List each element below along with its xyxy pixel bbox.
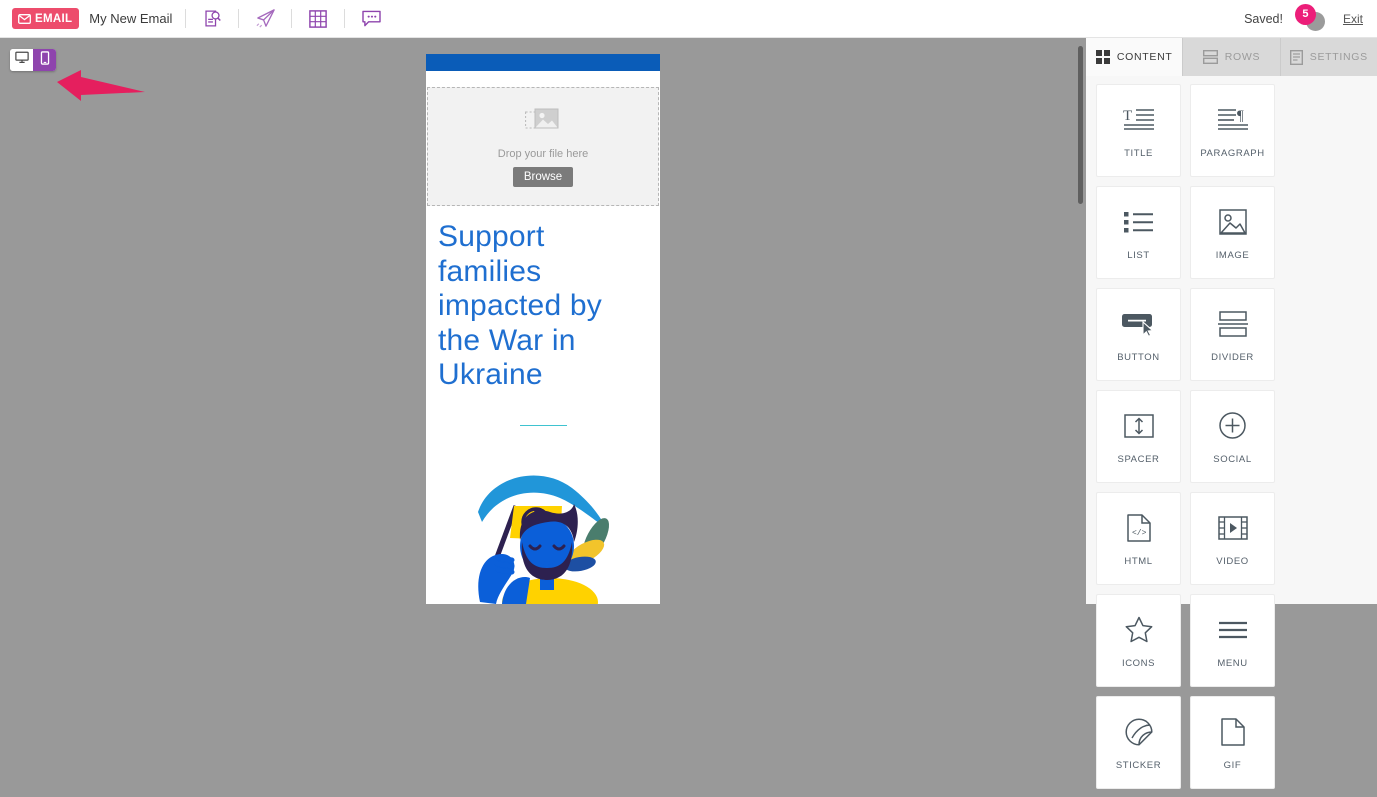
ukraine-peace-illustration-icon bbox=[468, 454, 618, 626]
block-menu-label: MENU bbox=[1217, 657, 1248, 669]
rows-icon bbox=[1202, 50, 1218, 64]
panel-tab-bar: CONTENT ROWS SETTINGS bbox=[1086, 38, 1377, 76]
gif-page-icon bbox=[1220, 715, 1245, 749]
settings-doc-icon bbox=[1289, 49, 1303, 65]
preview-icon[interactable] bbox=[199, 6, 225, 32]
email-divider bbox=[426, 393, 660, 426]
mobile-icon bbox=[39, 50, 51, 70]
image-placeholder-icon bbox=[525, 106, 561, 141]
mobile-view-button[interactable] bbox=[33, 49, 56, 71]
block-title[interactable]: T TITLE bbox=[1096, 84, 1181, 177]
block-sticker-label: STICKER bbox=[1115, 759, 1162, 771]
separator-4 bbox=[344, 9, 346, 28]
device-toggle-group bbox=[10, 49, 56, 71]
block-button[interactable]: BUTTON bbox=[1096, 288, 1181, 381]
list-icon bbox=[1123, 205, 1154, 239]
block-image-label: IMAGE bbox=[1215, 249, 1250, 261]
image-icon bbox=[1218, 205, 1247, 239]
email-header-bar bbox=[426, 54, 660, 71]
block-button-label: BUTTON bbox=[1117, 351, 1160, 363]
grid-4-icon bbox=[1095, 50, 1110, 64]
paragraph-icon: ¶ bbox=[1216, 103, 1250, 137]
tab-content-label: CONTENT bbox=[1116, 51, 1173, 63]
block-social[interactable]: SOCIAL bbox=[1190, 390, 1275, 483]
browse-button[interactable]: Browse bbox=[512, 167, 574, 187]
exit-link[interactable]: Exit bbox=[1343, 12, 1363, 26]
html-code-icon: </> bbox=[1126, 511, 1151, 545]
annotation-arrow-icon bbox=[55, 68, 147, 109]
notification-badge: 5 bbox=[1294, 3, 1316, 25]
divider-line bbox=[519, 424, 567, 426]
email-spacer bbox=[426, 71, 660, 87]
button-icon bbox=[1121, 307, 1157, 341]
block-spacer[interactable]: SPACER bbox=[1096, 390, 1181, 483]
notifications-avatar[interactable]: 5 bbox=[1293, 3, 1327, 32]
block-paragraph[interactable]: ¶ PARAGRAPH bbox=[1190, 84, 1275, 177]
block-gif-label: GIF bbox=[1223, 759, 1242, 771]
block-paragraph-label: PARAGRAPH bbox=[1200, 147, 1265, 159]
block-image[interactable]: IMAGE bbox=[1190, 186, 1275, 279]
email-headline[interactable]: Support families impacted by the War in … bbox=[426, 206, 660, 393]
tab-rows-label: ROWS bbox=[1224, 51, 1261, 63]
block-icons-label: ICONS bbox=[1121, 657, 1156, 669]
divider-icon bbox=[1217, 307, 1248, 341]
block-list[interactable]: LIST bbox=[1096, 186, 1181, 279]
email-brand-badge[interactable]: EMAIL bbox=[12, 8, 80, 29]
block-divider[interactable]: DIVIDER bbox=[1190, 288, 1275, 381]
tab-content[interactable]: CONTENT bbox=[1086, 38, 1184, 76]
block-sticker[interactable]: STICKER bbox=[1096, 696, 1181, 789]
block-title-label: TITLE bbox=[1124, 147, 1153, 159]
tab-settings[interactable]: SETTINGS bbox=[1280, 38, 1377, 76]
menu-hamburger-icon bbox=[1218, 613, 1248, 647]
top-toolbar: EMAIL My New Email Saved! 5 Exit bbox=[0, 0, 1377, 38]
tab-settings-label: SETTINGS bbox=[1309, 51, 1368, 63]
svg-text:</>: </> bbox=[1132, 529, 1147, 538]
editor-canvas: Drop your file here Browse Support famil… bbox=[0, 38, 1086, 626]
document-title[interactable]: My New Email bbox=[89, 11, 172, 26]
spacer-icon bbox=[1123, 409, 1154, 443]
dropzone-text: Drop your file here bbox=[497, 148, 589, 160]
block-gif[interactable]: GIF bbox=[1190, 696, 1275, 789]
separator-1 bbox=[185, 9, 187, 28]
content-panel: CONTENT ROWS SETTINGS T TITLE ¶ PARAGRAP… bbox=[1086, 38, 1377, 789]
block-html-label: HTML bbox=[1124, 555, 1153, 567]
desktop-view-button[interactable] bbox=[10, 49, 33, 71]
block-spacer-label: SPACER bbox=[1117, 453, 1160, 465]
block-social-label: SOCIAL bbox=[1213, 453, 1252, 465]
send-test-icon[interactable] bbox=[252, 6, 278, 32]
email-preview-frame: Drop your file here Browse Support famil… bbox=[426, 54, 660, 626]
image-dropzone[interactable]: Drop your file here Browse bbox=[427, 87, 659, 206]
block-list-label: LIST bbox=[1127, 249, 1150, 261]
block-video-label: VIDEO bbox=[1216, 555, 1249, 567]
block-divider-label: DIVIDER bbox=[1211, 351, 1254, 363]
svg-text:T: T bbox=[1123, 108, 1132, 124]
desktop-icon bbox=[14, 51, 29, 69]
grid-icon[interactable] bbox=[305, 6, 331, 32]
block-menu[interactable]: MENU bbox=[1190, 594, 1275, 687]
separator-3 bbox=[291, 9, 293, 28]
block-video[interactable]: VIDEO bbox=[1190, 492, 1275, 585]
comments-icon[interactable] bbox=[358, 6, 384, 32]
canvas-scrollbar[interactable] bbox=[1078, 46, 1083, 204]
block-html[interactable]: </> HTML bbox=[1096, 492, 1181, 585]
block-icons[interactable]: ICONS bbox=[1096, 594, 1181, 687]
star-icon bbox=[1125, 613, 1153, 647]
email-illustration bbox=[426, 426, 660, 626]
content-blocks-grid: T TITLE ¶ PARAGRAPH LIST IMAGE BUTTON DI… bbox=[1086, 76, 1377, 797]
title-icon: T bbox=[1122, 103, 1156, 137]
sticker-icon bbox=[1124, 715, 1153, 749]
video-icon bbox=[1217, 511, 1248, 545]
saved-status: Saved! bbox=[1244, 11, 1283, 26]
topbar-right-group: Saved! 5 Exit bbox=[1244, 3, 1377, 32]
envelope-icon bbox=[18, 13, 31, 24]
tab-rows[interactable]: ROWS bbox=[1183, 38, 1281, 76]
separator-2 bbox=[238, 9, 240, 28]
social-plus-icon bbox=[1219, 409, 1246, 443]
brand-label: EMAIL bbox=[35, 12, 73, 25]
svg-text:¶: ¶ bbox=[1237, 108, 1244, 124]
